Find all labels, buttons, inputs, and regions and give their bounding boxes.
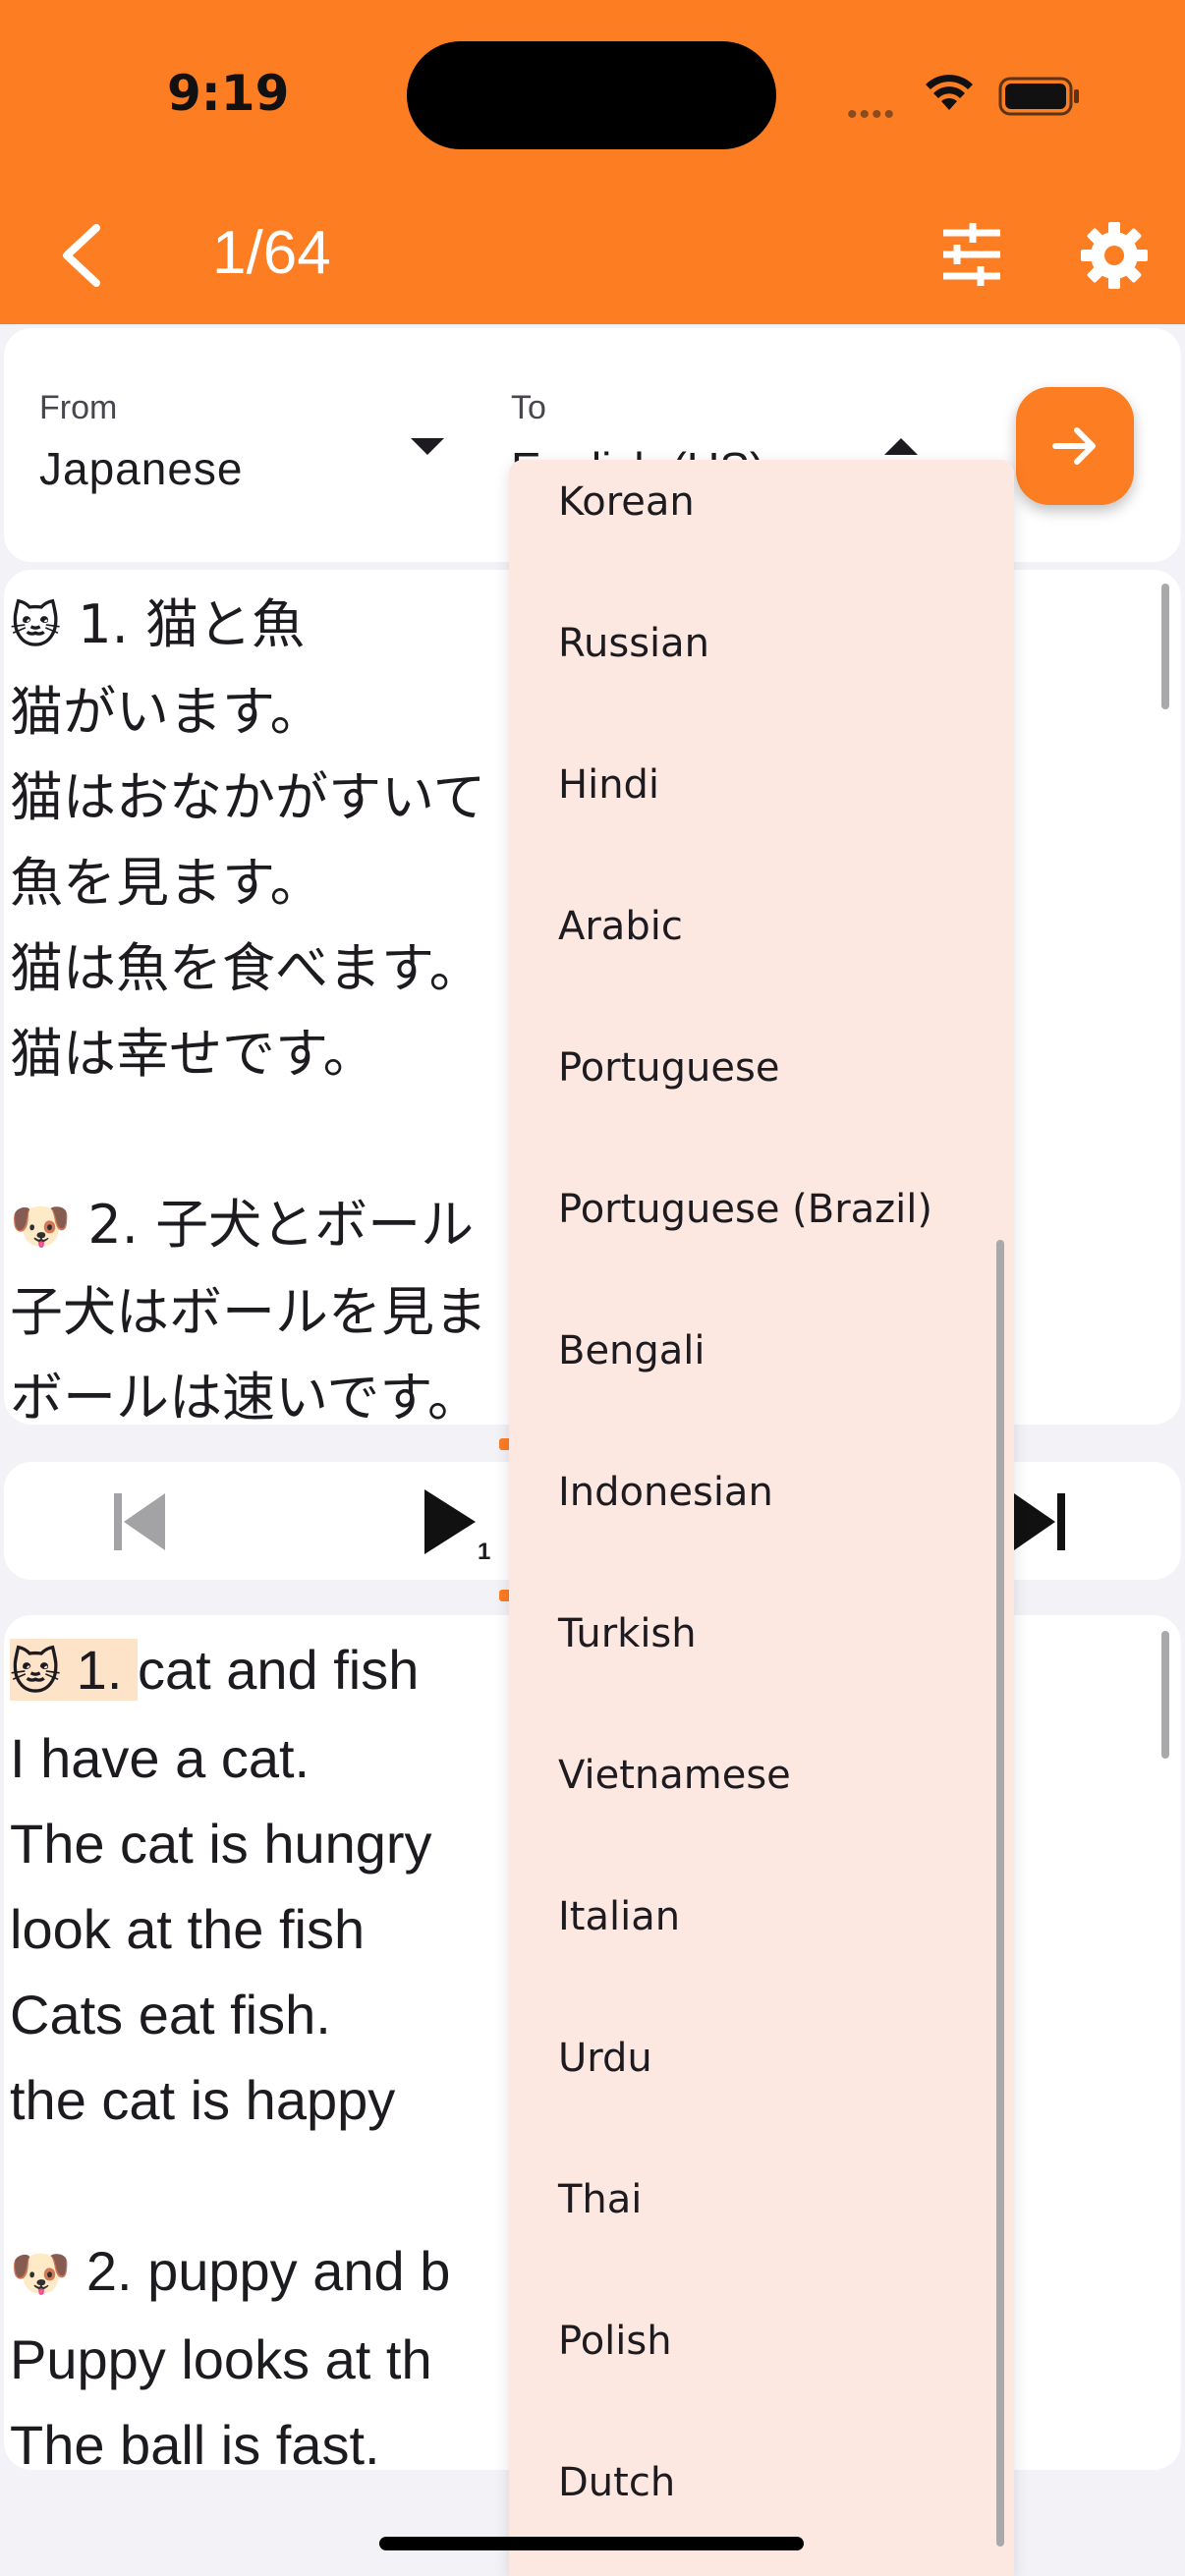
from-language-select[interactable]: Japanese (39, 442, 244, 495)
target-scrollbar[interactable] (1161, 1631, 1169, 1759)
dropdown-item-urdu[interactable]: Urdu (558, 2036, 652, 2081)
dropdown-item-portuguese-brazil[interactable]: Portuguese (Brazil) (558, 1187, 932, 1232)
translate-button[interactable] (1016, 387, 1134, 505)
source-line: 🐶 2. 子犬とボール (10, 1194, 475, 1256)
dropdown-item-polish[interactable]: Polish (558, 2319, 672, 2364)
dropdown-item-italian[interactable]: Italian (558, 1894, 680, 1939)
back-chevron-icon[interactable] (51, 216, 110, 295)
target-line: the cat is happy (10, 2069, 396, 2131)
source-line: 🐱 1. 猫と魚 (10, 593, 305, 655)
target-line: look at the fish (10, 1898, 366, 1960)
target-line: The cat is hungry (10, 1813, 432, 1875)
source-line: 猫がいます。 (10, 681, 323, 743)
page-counter: 1/64 (212, 219, 331, 287)
sliders-icon[interactable] (937, 220, 1006, 289)
dog-emoji: 🐶 (10, 1198, 72, 1255)
source-blank-line (10, 1096, 487, 1182)
to-dropdown-arrow-icon[interactable] (884, 438, 918, 455)
from-label: From (39, 389, 118, 426)
target-line: 🐱 1. cat and fish (10, 1639, 420, 1701)
cat-emoji: 🐱 (10, 1644, 62, 1701)
dropdown-item-dutch[interactable]: Dutch (558, 2460, 675, 2505)
dropdown-item-bengali[interactable]: Bengali (558, 1328, 705, 1373)
source-line: ボールは速いです。 (10, 1367, 480, 1425)
gear-icon[interactable] (1079, 220, 1150, 291)
play-count: 1 (478, 1539, 491, 1565)
dropdown-item-russian[interactable]: Russian (558, 621, 709, 666)
from-dropdown-arrow-icon[interactable] (411, 438, 444, 455)
home-indicator[interactable] (379, 2537, 804, 2550)
target-line: I have a cat. (10, 1727, 310, 1789)
dropdown-item-korean[interactable]: Korean (558, 479, 695, 525)
to-language-dropdown-menu[interactable]: Korean Russian Hindi Arabic Portuguese P… (509, 460, 1014, 2576)
app-header: 9:19 •••• 1/64 (0, 0, 1185, 324)
dropdown-item-turkish[interactable]: Turkish (558, 1611, 697, 1656)
wifi-icon (926, 75, 973, 110)
dropdown-item-hindi[interactable]: Hindi (558, 762, 659, 808)
source-line: 猫はおなかがすいて (10, 766, 486, 828)
target-line: 🐶 2. puppy and b (10, 2240, 451, 2302)
source-line: 猫は魚を食べます。 (10, 937, 482, 999)
dog-emoji: 🐶 (10, 2245, 72, 2302)
target-blank-line (10, 2143, 450, 2228)
status-time: 9:19 (167, 65, 290, 122)
source-line: 子犬はボールを見ま (10, 1281, 487, 1343)
dropdown-item-vietnamese[interactable]: Vietnamese (558, 1753, 791, 1798)
battery-icon (998, 77, 1079, 116)
target-line: Cats eat fish. (10, 1984, 331, 2045)
to-label: To (511, 389, 546, 426)
dropdown-item-arabic[interactable]: Arabic (558, 904, 683, 949)
dropdown-item-thai[interactable]: Thai (558, 2177, 642, 2222)
arrow-right-icon (1052, 427, 1096, 465)
skip-previous-icon[interactable] (110, 1487, 169, 1556)
highlighted-segment: 🐱 1. (10, 1639, 138, 1701)
dropdown-scrollbar[interactable] (996, 1240, 1004, 2547)
dropdown-item-portuguese[interactable]: Portuguese (558, 1045, 779, 1091)
source-line: 魚を見ます。 (10, 852, 323, 914)
source-line: 猫は幸せです。 (10, 1023, 376, 1085)
target-line: The ball is fast. (10, 2414, 380, 2470)
skip-next-icon[interactable] (1010, 1487, 1069, 1556)
source-text: 🐱 1. 猫と魚 猫がいます。 猫はおなかがすいて 魚を見ます。 猫は魚を食べま… (10, 582, 487, 1425)
source-scrollbar[interactable] (1161, 584, 1169, 709)
translated-text: 🐱 1. cat and fish I have a cat. The cat … (10, 1627, 450, 2470)
signal-dots: •••• (847, 98, 897, 131)
cat-emoji: 🐱 (10, 597, 62, 654)
dropdown-item-indonesian[interactable]: Indonesian (558, 1470, 773, 1515)
dynamic-island (407, 41, 776, 149)
target-line: Puppy looks at th (10, 2328, 432, 2390)
play-icon[interactable] (421, 1485, 480, 1558)
